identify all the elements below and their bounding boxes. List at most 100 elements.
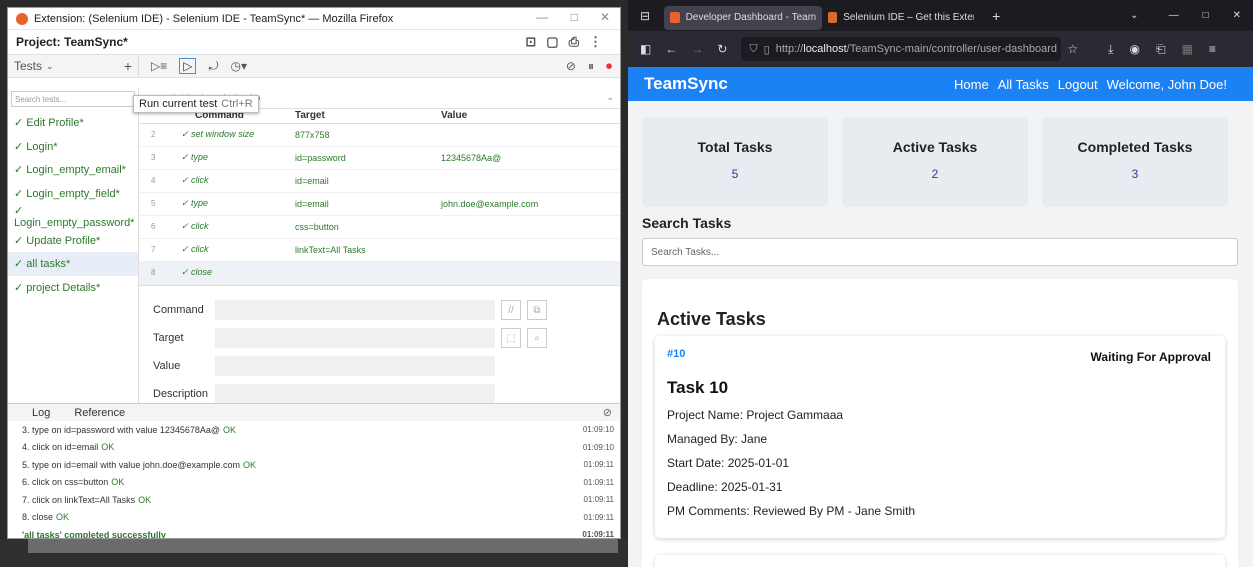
- tooltip-text: Run current test: [139, 98, 218, 110]
- sidebar-icon[interactable]: ◧: [640, 42, 651, 56]
- chevron-down-icon: ⌄: [46, 60, 54, 71]
- more-icon[interactable]: ⋮: [589, 34, 612, 49]
- command-row[interactable]: 8 ✓ close: [139, 261, 620, 285]
- find-target-icon[interactable]: ⌕: [527, 328, 547, 348]
- downloads-icon[interactable]: ⤓: [1108, 42, 1113, 57]
- url-host: localhost: [803, 43, 847, 55]
- close-icon[interactable]: ✕: [600, 10, 610, 24]
- minimize-icon[interactable]: —: [1169, 10, 1179, 21]
- command-input[interactable]: [215, 300, 495, 320]
- command-target: id=email: [295, 169, 441, 193]
- search-tasks-input[interactable]: Search Tasks...: [642, 238, 1238, 266]
- tab-overview-icon[interactable]: ⊟: [640, 9, 650, 23]
- task-id-link[interactable]: #10: [667, 348, 685, 360]
- nav-all-tasks[interactable]: All Tasks: [998, 77, 1049, 92]
- background-window-bar: [28, 539, 618, 553]
- extensions-icon[interactable]: ⎗: [1156, 42, 1166, 57]
- test-item[interactable]: ✓ all tasks*: [8, 252, 138, 276]
- run-all-tests-icon[interactable]: ▷≡: [151, 59, 167, 73]
- new-tab-icon[interactable]: +: [992, 8, 1000, 24]
- page-icon: ▯: [763, 43, 770, 56]
- test-item[interactable]: ✓ project Details*: [8, 276, 138, 300]
- test-item[interactable]: ✓ Edit Profile*: [8, 111, 138, 135]
- description-label: Description: [153, 388, 209, 400]
- stat-value: 2: [931, 167, 939, 181]
- command-row[interactable]: 5 ✓ type id=email john.doe@example.com: [139, 192, 620, 216]
- account-icon[interactable]: ◉: [1129, 42, 1139, 56]
- browser-nav-bar: ◧ ← → ↻ ⛉ ▯ http://localhost/TeamSync-ma…: [628, 31, 1253, 67]
- firefox-favicon-icon: [828, 12, 838, 23]
- minimize-icon[interactable]: —: [536, 10, 548, 24]
- step-over-icon[interactable]: ⤾: [208, 59, 218, 74]
- brand-logo[interactable]: TeamSync: [644, 74, 728, 94]
- test-item[interactable]: ✓ Login_empty_password*: [8, 205, 138, 229]
- test-item[interactable]: ✓ Login*: [8, 135, 138, 159]
- back-icon[interactable]: ←: [665, 42, 677, 56]
- forward-icon[interactable]: →: [691, 42, 703, 56]
- record-icon[interactable]: ⏺: [606, 59, 612, 74]
- select-target-icon[interactable]: ⬚: [501, 328, 521, 348]
- col-value: Value: [441, 109, 620, 124]
- command-row[interactable]: 3 ✓ type id=password 12345678Aa@: [139, 146, 620, 170]
- tests-dropdown[interactable]: Tests ⌄ +: [8, 55, 139, 77]
- list-tabs-icon[interactable]: ⌄: [1130, 10, 1138, 21]
- command-value: john.doe@example.com: [441, 192, 620, 216]
- address-bar[interactable]: ⛉ ▯ http://localhost/TeamSync-main/contr…: [741, 37, 1062, 61]
- menu-icon[interactable]: ≡: [1209, 42, 1216, 56]
- extension-icon[interactable]: ▦: [1182, 42, 1193, 56]
- test-item[interactable]: ✓ Login_empty_email*: [8, 158, 138, 182]
- log-ok: OK: [223, 424, 237, 435]
- command-row[interactable]: 4 ✓ click id=email: [139, 169, 620, 193]
- task-title: Task 10: [667, 378, 729, 397]
- command-name: ✓ click: [165, 215, 295, 239]
- description-input[interactable]: [215, 384, 495, 404]
- maximize-icon[interactable]: □: [1203, 10, 1209, 21]
- run-current-test-icon[interactable]: ▷: [179, 58, 197, 74]
- new-project-icon[interactable]: ⊡: [525, 34, 546, 49]
- bookmark-star-icon[interactable]: ☆: [1067, 42, 1078, 56]
- maximize-icon[interactable]: □: [571, 10, 578, 24]
- disable-breakpoints-icon[interactable]: ⊘: [566, 59, 576, 73]
- reload-icon[interactable]: ↻: [717, 42, 727, 56]
- test-item[interactable]: ✓ Login_empty_field*: [8, 182, 138, 206]
- browser-tab-label: Selenium IDE – Get this Extensio ×: [843, 12, 974, 23]
- nav-home[interactable]: Home: [954, 77, 989, 92]
- url-prefix: http://: [775, 43, 804, 55]
- speed-icon[interactable]: ◷▾: [230, 59, 247, 73]
- nav-logout[interactable]: Logout: [1058, 77, 1098, 92]
- run-test-tooltip: Run current test Ctrl+R: [133, 95, 259, 113]
- open-project-icon[interactable]: ▢: [546, 34, 568, 49]
- log-text: 4. click on id=email: [22, 442, 99, 453]
- command-number: 4: [139, 169, 165, 193]
- browser-tab[interactable]: Selenium IDE – Get this Extensio ×: [822, 6, 980, 30]
- test-search-input[interactable]: Search tests...: [11, 91, 135, 107]
- open-reference-icon[interactable]: ⧉: [527, 300, 547, 320]
- command-rows: 2 ✓ set window size 877x758 3 ✓ type id=passw…: [139, 123, 620, 285]
- command-row[interactable]: 6 ✓ click css=button: [139, 215, 620, 239]
- browser-tab[interactable]: Developer Dashboard - TeamSy ×: [664, 5, 823, 30]
- test-editor: nc-main/view/user-login.php ⌄ Command Ta…: [139, 87, 620, 404]
- command-row[interactable]: 7 ✓ click linkText=All Tasks: [139, 238, 620, 262]
- target-input[interactable]: [215, 328, 495, 348]
- pause-icon[interactable]: ⏸: [588, 59, 594, 74]
- log-time: 01:09:11: [583, 460, 614, 470]
- tab-log[interactable]: Log: [32, 407, 50, 419]
- test-item[interactable]: ✓ Update Profile*: [8, 229, 138, 253]
- command-row[interactable]: 2 ✓ set window size 877x758: [139, 123, 620, 147]
- log-text: 5. type on id=email with value john.doe@…: [22, 459, 241, 470]
- comment-toggle-icon[interactable]: //: [501, 300, 521, 320]
- firefox-window: ⊟ Developer Dashboard - TeamSy × Selenium…: [628, 0, 1253, 567]
- stat-label: Total Tasks: [697, 139, 773, 155]
- tab-reference[interactable]: Reference: [74, 407, 125, 419]
- clear-log-icon[interactable]: ⊘: [603, 406, 612, 419]
- log-tabs: Log Reference ⊘: [8, 403, 620, 421]
- project-name[interactable]: Project: TeamSync*: [16, 35, 128, 49]
- value-input[interactable]: [215, 356, 495, 376]
- save-project-icon[interactable]: ⎙: [569, 34, 589, 49]
- close-icon[interactable]: ✕: [1233, 10, 1241, 21]
- description-row: Description: [153, 384, 495, 404]
- command-name: ✓ close: [165, 261, 295, 285]
- log-panel: 3. type on id=password with value 123456…: [8, 421, 620, 538]
- command-value: [441, 123, 620, 147]
- add-test-button[interactable]: +: [124, 58, 132, 74]
